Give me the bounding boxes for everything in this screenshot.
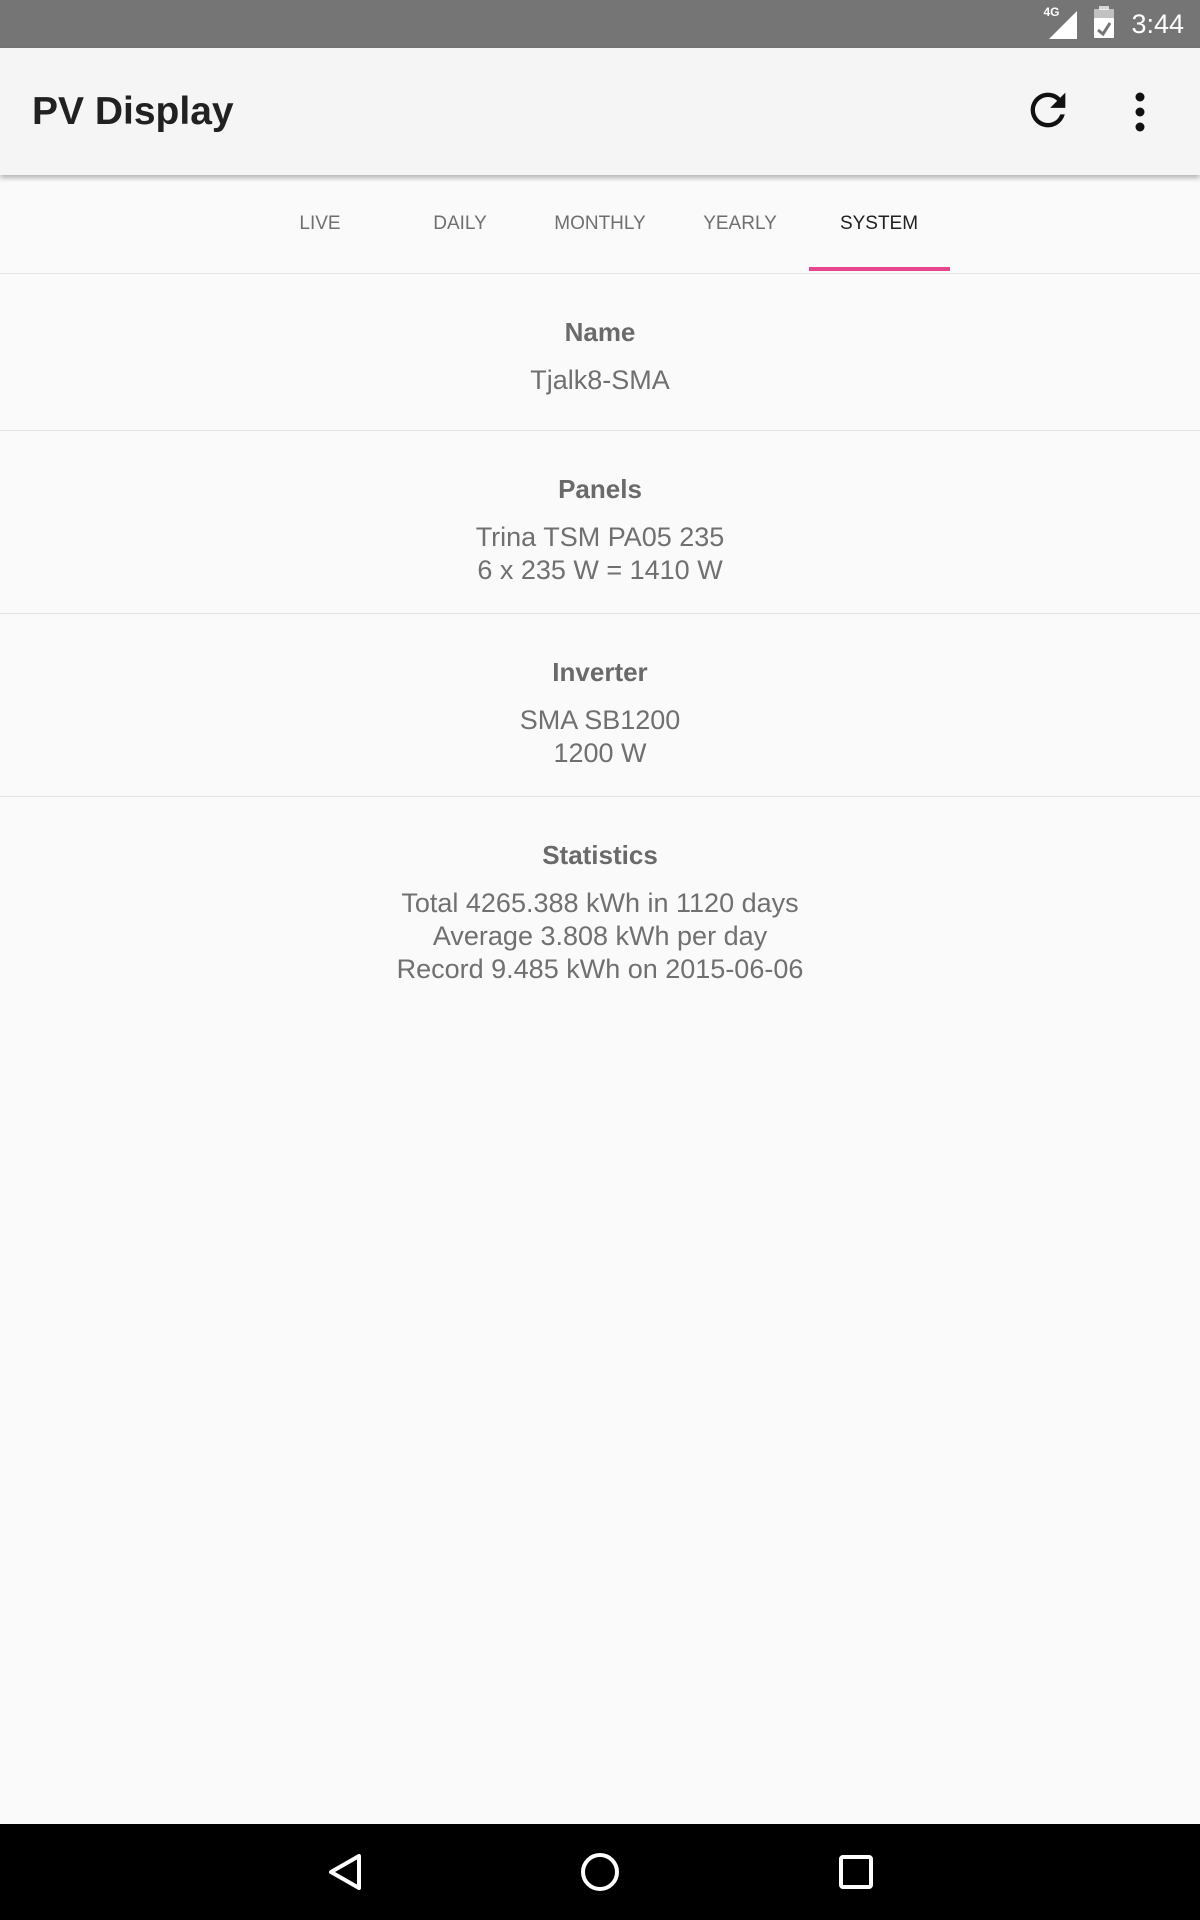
tab-monthly[interactable]: MONTHLY xyxy=(530,175,670,273)
home-button[interactable] xyxy=(570,1842,630,1902)
signal-icon: 4G xyxy=(1043,5,1078,41)
panels-section: Panels Trina TSM PA05 235 6 x 235 W = 14… xyxy=(0,431,1200,614)
statistics-average: Average 3.808 kWh per day xyxy=(432,921,768,951)
inverter-section: Inverter SMA SB1200 1200 W xyxy=(0,614,1200,797)
app-title: PV Display xyxy=(32,90,234,133)
more-vert-icon xyxy=(1135,92,1145,132)
panels-capacity: 6 x 235 W = 1410 W xyxy=(477,555,723,585)
recents-icon xyxy=(839,1855,873,1889)
status-bar: 4G 3:44 xyxy=(0,0,1200,48)
status-icons: 4G 3:44 xyxy=(1043,0,1184,48)
recents-button[interactable] xyxy=(826,1842,886,1902)
home-icon xyxy=(581,1853,619,1891)
refresh-icon xyxy=(1030,92,1066,128)
overflow-menu-button[interactable] xyxy=(1118,88,1162,136)
tab-yearly[interactable]: YEARLY xyxy=(670,175,810,273)
inverter-model: SMA SB1200 xyxy=(519,705,681,735)
app-bar: PV Display xyxy=(0,48,1200,175)
refresh-button[interactable] xyxy=(1022,84,1074,136)
statistics-section: Statistics Total 4265.388 kWh in 1120 da… xyxy=(0,797,1200,986)
system-name-value: Tjalk8-SMA xyxy=(530,365,670,395)
name-section: Name Tjalk8-SMA xyxy=(0,274,1200,431)
inverter-power: 1200 W xyxy=(553,738,647,768)
panels-heading: Panels xyxy=(558,474,642,504)
tab-daily[interactable]: DAILY xyxy=(390,175,530,273)
panels-model: Trina TSM PA05 235 xyxy=(475,522,725,552)
status-time: 3:44 xyxy=(1131,8,1184,39)
tab-live[interactable]: LIVE xyxy=(250,175,390,273)
tab-system[interactable]: SYSTEM xyxy=(809,175,949,273)
inverter-heading: Inverter xyxy=(552,657,648,687)
system-info: Name Tjalk8-SMA Panels Trina TSM PA05 23… xyxy=(0,274,1200,986)
back-button[interactable] xyxy=(314,1842,374,1902)
tab-bar: LIVE DAILY MONTHLY YEARLY SYSTEM xyxy=(0,175,1200,274)
navigation-bar xyxy=(0,1824,1200,1920)
battery-icon xyxy=(1093,5,1115,43)
statistics-record: Record 9.485 kWh on 2015-06-06 xyxy=(396,954,804,984)
back-icon xyxy=(329,1854,361,1890)
tab-selected-indicator xyxy=(809,267,950,271)
name-heading: Name xyxy=(564,317,636,347)
statistics-heading: Statistics xyxy=(542,840,658,870)
network-type-label: 4G xyxy=(1043,5,1060,19)
statistics-total: Total 4265.388 kWh in 1120 days xyxy=(401,888,799,918)
